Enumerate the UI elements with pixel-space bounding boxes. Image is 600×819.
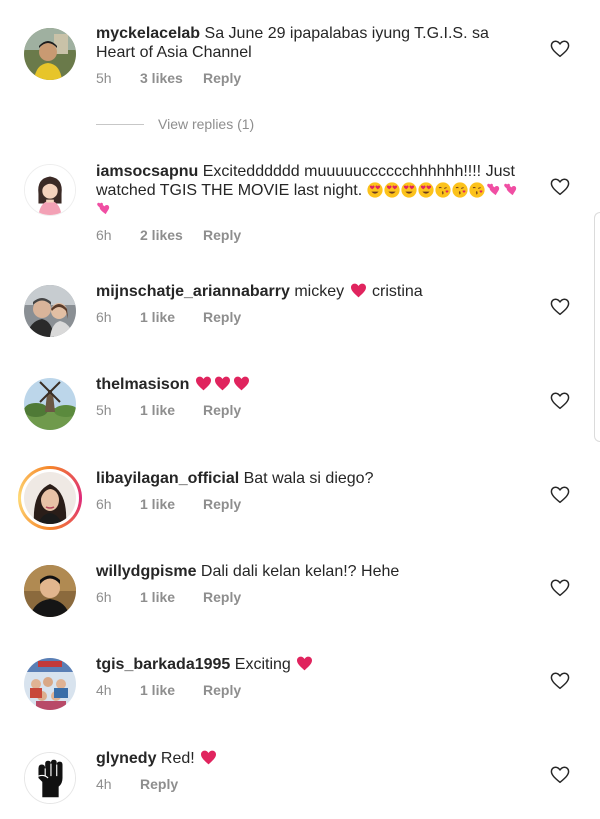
comment-message-before: mickey (294, 283, 345, 300)
avatar[interactable] (24, 658, 76, 710)
heart-eyes-emoji-icon (401, 182, 417, 198)
comment-meta: 6h 1 like Reply (96, 309, 241, 325)
red-heart-emoji-icon (195, 376, 212, 391)
comment-message-after: cristina (372, 283, 423, 300)
reply-button[interactable]: Reply (203, 402, 241, 418)
comment-likes[interactable]: 3 likes (140, 70, 203, 86)
reply-button[interactable]: Reply (203, 227, 241, 243)
comment-time: 4h (96, 776, 112, 792)
scrollbar[interactable] (594, 212, 600, 442)
reply-button[interactable]: Reply (203, 496, 241, 512)
like-heart-icon[interactable] (550, 766, 570, 784)
view-replies-button[interactable]: View replies (1) (96, 116, 254, 132)
comment-time: 6h (96, 589, 112, 605)
comment-text: mijnschatje_ariannabarry mickey cristina (96, 282, 532, 301)
avatar[interactable] (24, 752, 76, 804)
like-heart-icon[interactable] (550, 178, 570, 196)
comment-message: Exciting (234, 656, 291, 673)
avatar-ring-gap (21, 469, 79, 527)
comment-time: 6h (96, 309, 112, 325)
heart-eyes-emoji-icon (384, 182, 400, 198)
comment-text: glynedy Red! (96, 749, 532, 768)
kissing-face-emoji-icon (469, 182, 485, 198)
comment-meta: 4h 1 like Reply (96, 682, 241, 698)
like-heart-icon[interactable] (550, 579, 570, 597)
comment-username[interactable]: mijnschatje_ariannabarry (96, 283, 290, 300)
avatar (24, 472, 76, 524)
comment-time: 5h (96, 70, 112, 86)
reply-button[interactable]: Reply (203, 309, 241, 325)
reply-button[interactable]: Reply (203, 589, 241, 605)
comment-meta: 4h Reply (96, 776, 178, 792)
avatar[interactable] (24, 285, 76, 337)
avatar[interactable] (24, 378, 76, 430)
comment-meta: 5h 3 likes Reply (96, 70, 241, 86)
comment-meta: 6h 2 likes Reply (96, 227, 241, 243)
reply-button[interactable]: Reply (140, 776, 178, 792)
comment-likes[interactable]: 2 likes (140, 227, 203, 243)
reply-button[interactable]: Reply (203, 682, 241, 698)
like-heart-icon[interactable] (550, 40, 570, 58)
comment-username[interactable]: thelmasison (96, 376, 189, 393)
two-hearts-emoji-icon (486, 182, 502, 198)
reply-button[interactable]: Reply (203, 70, 241, 86)
comment-time: 6h (96, 227, 112, 243)
avatar[interactable] (24, 28, 76, 80)
avatar[interactable] (24, 565, 76, 617)
comment-likes[interactable]: 1 like (140, 402, 203, 418)
comment-username[interactable]: iamsocsapnu (96, 163, 198, 180)
comment-text: myckelacelab Sa June 29 ipapalabas iyung… (96, 24, 532, 62)
comment-meta: 5h 1 like Reply (96, 402, 241, 418)
comment-message: Dali dali kelan kelan!? Hehe (200, 563, 400, 580)
like-heart-icon[interactable] (550, 392, 570, 410)
comment-message: Red! (160, 750, 195, 767)
avatar-story-ring[interactable] (18, 466, 82, 530)
comment-time: 4h (96, 682, 112, 698)
two-hearts-emoji-icon (96, 201, 112, 217)
comment-username[interactable]: myckelacelab (96, 25, 200, 42)
like-heart-icon[interactable] (550, 672, 570, 690)
comment-message: Bat wala si diego? (243, 470, 374, 487)
comment-username[interactable]: libayilagan_official (96, 470, 239, 487)
comment-time: 6h (96, 496, 112, 512)
comment-likes[interactable]: 1 like (140, 589, 203, 605)
comment-time: 5h (96, 402, 112, 418)
comment-meta: 6h 1 like Reply (96, 589, 241, 605)
red-heart-emoji-icon (214, 376, 231, 391)
like-heart-icon[interactable] (550, 298, 570, 316)
comment-username[interactable]: willydgpisme (96, 563, 196, 580)
kissing-face-emoji-icon (435, 182, 451, 198)
comment-text: libayilagan_official Bat wala si diego? (96, 469, 532, 488)
red-heart-emoji-icon (233, 376, 250, 391)
view-replies-divider (96, 123, 144, 125)
kissing-face-emoji-icon (452, 182, 468, 198)
red-heart-emoji-icon (350, 283, 367, 298)
comment-text: iamsocsapnu Excitedddddd muuuuucccccchhh… (96, 162, 532, 219)
avatar[interactable] (24, 164, 76, 216)
heart-eyes-emoji-icon (367, 182, 383, 198)
comment-text: willydgpisme Dali dali kelan kelan!? Heh… (96, 562, 532, 581)
red-heart-emoji-icon (200, 750, 217, 765)
comment-username[interactable]: glynedy (96, 750, 156, 767)
heart-eyes-emoji-icon (418, 182, 434, 198)
red-heart-emoji-icon (296, 656, 313, 671)
comment-likes[interactable]: 1 like (140, 682, 203, 698)
view-replies-label: View replies (1) (158, 116, 255, 132)
comment-text: thelmasison (96, 375, 532, 394)
comment-likes[interactable]: 1 like (140, 309, 203, 325)
comment-likes[interactable]: 1 like (140, 496, 203, 512)
comment-username[interactable]: tgis_barkada1995 (96, 656, 230, 673)
like-heart-icon[interactable] (550, 486, 570, 504)
comment-meta: 6h 1 like Reply (96, 496, 241, 512)
comment-text: tgis_barkada1995 Exciting (96, 655, 532, 674)
two-hearts-emoji-icon (503, 182, 519, 198)
